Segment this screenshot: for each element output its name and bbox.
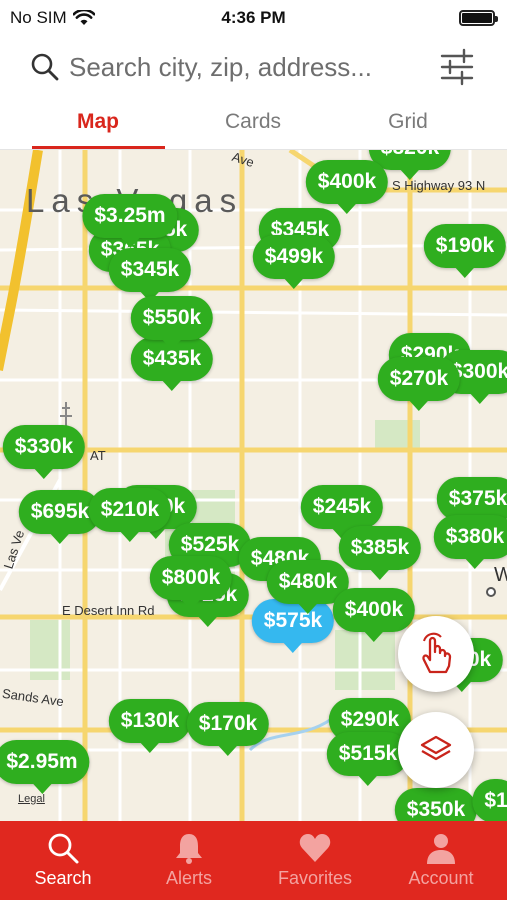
tab-grid[interactable]: Grid bbox=[341, 110, 475, 134]
filter-sliders-icon[interactable] bbox=[440, 48, 474, 86]
nav-favorites[interactable]: Favorites bbox=[252, 821, 378, 900]
road-label-w: W bbox=[494, 564, 507, 586]
price-pin[interactable]: $550k bbox=[130, 296, 214, 350]
map-view[interactable]: Las Vegas Ave S Highway 93 N E Desert In… bbox=[0, 150, 507, 822]
price-pin[interactable]: $499k bbox=[252, 235, 336, 289]
tab-map[interactable]: Map bbox=[31, 110, 165, 134]
person-icon bbox=[427, 834, 455, 864]
price-pin[interactable]: $210k bbox=[88, 488, 172, 542]
price-pin[interactable]: $800k bbox=[149, 556, 233, 610]
price-pin[interactable]: $345k bbox=[108, 248, 192, 302]
tab-cards[interactable]: Cards bbox=[186, 110, 320, 134]
price-pin[interactable]: $2.95m bbox=[0, 740, 90, 794]
nav-search-label: Search bbox=[34, 868, 92, 888]
draw-area-button[interactable] bbox=[398, 616, 474, 692]
layers-icon bbox=[420, 735, 452, 761]
status-bar: No SIM 4:36 PM bbox=[0, 0, 507, 34]
price-pin[interactable]: $350k bbox=[394, 788, 478, 822]
hand-pointer-icon bbox=[422, 632, 452, 674]
nav-account[interactable]: Account bbox=[378, 821, 504, 900]
price-pin[interactable]: $380k bbox=[433, 515, 507, 569]
search-icon bbox=[48, 833, 79, 864]
bottom-nav: Search Alerts Favorites Account bbox=[0, 821, 507, 900]
active-tab-indicator bbox=[32, 146, 165, 149]
nav-alerts-label: Alerts bbox=[165, 868, 212, 888]
nav-account-label: Account bbox=[408, 868, 474, 888]
price-pin[interactable]: $270k bbox=[377, 357, 461, 411]
battery-icon bbox=[459, 10, 498, 26]
price-pin[interactable]: $330k bbox=[2, 425, 86, 479]
price-pin[interactable]: $385k bbox=[338, 526, 422, 580]
price-pin[interactable]: $170k bbox=[186, 702, 270, 756]
nav-alerts[interactable]: Alerts bbox=[126, 821, 252, 900]
view-tabs: Map Cards Grid bbox=[0, 104, 507, 150]
price-pin[interactable]: $400k bbox=[305, 160, 389, 214]
nav-search[interactable]: Search bbox=[0, 821, 126, 900]
price-pin-selected[interactable]: $575k bbox=[251, 599, 335, 653]
price-pin[interactable]: $130k bbox=[108, 699, 192, 753]
road-label-highway: S Highway 93 N bbox=[392, 178, 486, 193]
road-label-desert-inn: E Desert Inn Rd bbox=[62, 603, 155, 618]
price-pin[interactable]: $400k bbox=[332, 588, 416, 642]
search-icon bbox=[31, 53, 59, 81]
search-input[interactable]: Search city, zip, address... bbox=[69, 52, 372, 83]
price-pin[interactable]: $515k bbox=[326, 732, 410, 786]
road-label-at: AT bbox=[90, 448, 106, 463]
price-pin[interactable]: $1 bbox=[472, 779, 507, 822]
price-pin[interactable]: $3.25m bbox=[82, 194, 178, 248]
heart-icon bbox=[299, 834, 331, 862]
clock: 4:36 PM bbox=[221, 8, 286, 27]
price-pin[interactable]: $190k bbox=[423, 224, 507, 278]
map-layers-button[interactable] bbox=[398, 712, 474, 788]
price-pin[interactable]: $245k bbox=[300, 485, 384, 539]
nav-favorites-label: Favorites bbox=[277, 868, 353, 888]
legal-link[interactable]: Legal bbox=[18, 793, 45, 805]
search-bar[interactable]: Search city, zip, address... bbox=[0, 40, 507, 96]
bell-icon bbox=[176, 834, 202, 864]
